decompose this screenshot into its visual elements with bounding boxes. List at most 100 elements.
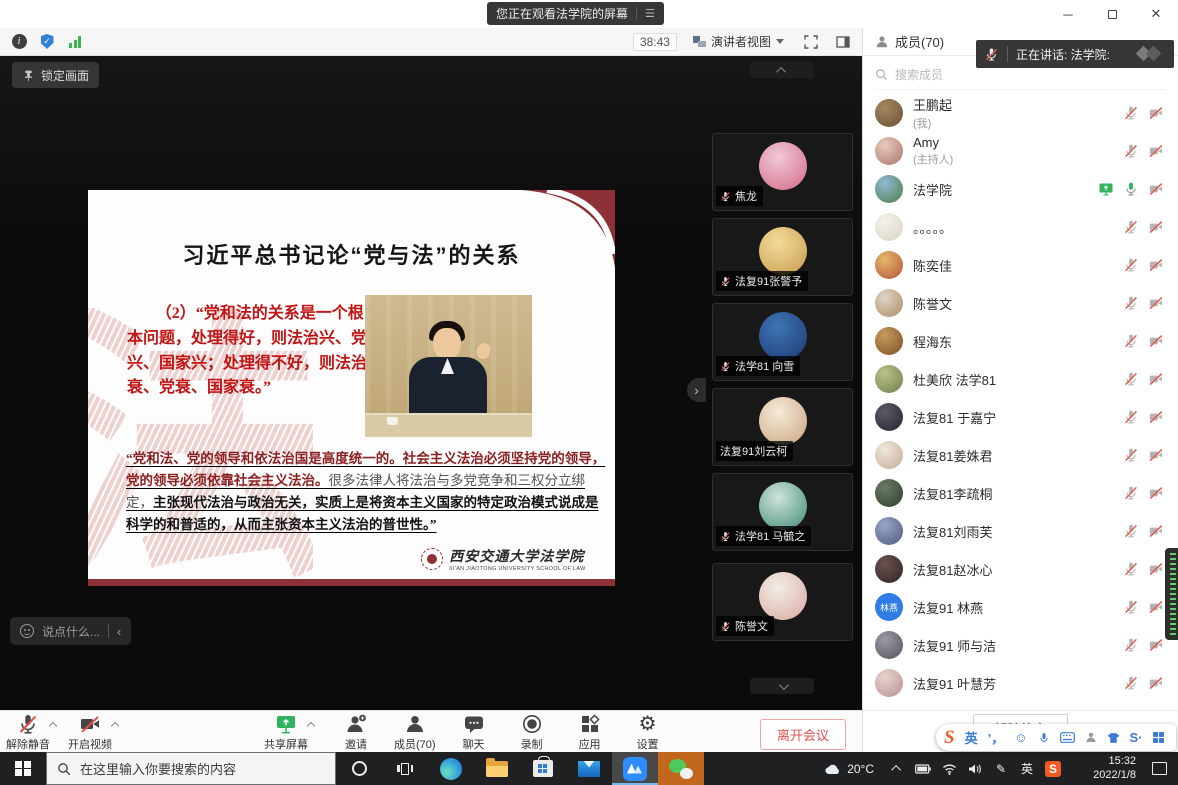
minimize-button[interactable]: ─ — [1046, 0, 1090, 28]
edge-indicator-widget[interactable] — [1165, 548, 1178, 640]
member-row[interactable]: 林燕法复91 林燕 — [863, 588, 1178, 626]
members-panel-title: 成员(70) — [895, 32, 944, 51]
toolbar-settings-button[interactable]: ⚙设置 — [626, 713, 670, 752]
member-row[interactable]: 陈奕佳 — [863, 246, 1178, 284]
toolbar-record-button[interactable]: 录制 — [510, 713, 554, 752]
member-name: 陈誉文 — [913, 294, 1123, 313]
member-row[interactable]: Amy(主持人) — [863, 132, 1178, 170]
ime-skin-icon[interactable] — [1107, 732, 1120, 744]
wechat-taskbar-icon[interactable] — [658, 752, 704, 785]
edge-taskbar-icon[interactable] — [428, 752, 474, 785]
tray-overflow-chevron[interactable] — [884, 752, 910, 785]
ime-emoji-icon[interactable]: ☺ — [1014, 730, 1027, 745]
member-row[interactable]: 法复81赵冰心 — [863, 550, 1178, 588]
ime-punctuation-toggle[interactable]: ’， — [988, 728, 1005, 747]
chevron-down-icon — [778, 680, 788, 690]
toast-menu-icon[interactable]: ☰ — [636, 7, 655, 20]
battery-icon[interactable] — [910, 752, 936, 785]
toolbar-share-screen-button[interactable]: 共享屏幕 — [262, 713, 310, 752]
member-name: 法复81赵冰心 — [913, 560, 1123, 579]
taskbar-clock[interactable]: 15:32 2022/1/8 — [1066, 755, 1140, 783]
ime-apps-grid-icon[interactable] — [1153, 732, 1165, 744]
video-tile[interactable]: 法学81 马毓之 — [712, 473, 853, 551]
taskbar-weather[interactable]: 20°C — [815, 762, 884, 776]
tool-invite-icon — [345, 713, 367, 735]
sogou-logo-icon[interactable]: S — [944, 727, 955, 749]
video-tile[interactable]: 焦龙 — [712, 133, 853, 211]
toolbar-chat-button[interactable]: 聊天 — [452, 713, 496, 752]
member-name-block: 陈誉文 — [913, 294, 1123, 313]
volume-icon[interactable] — [962, 752, 988, 785]
video-tile[interactable]: 法学81 向雪 — [712, 303, 853, 381]
toolbar-cam-off-button[interactable]: 开启视频 — [66, 713, 114, 752]
video-tile[interactable]: 法复91张警予 — [712, 218, 853, 296]
member-status-icons — [1123, 409, 1164, 425]
taskbar-search-box[interactable]: 在这里输入你要搜索的内容 — [46, 752, 336, 785]
member-row[interactable]: 法复91 叶慧芳 — [863, 664, 1178, 702]
member-row[interactable]: 法复91 师与洁 — [863, 626, 1178, 664]
fullscreen-button[interactable] — [800, 32, 822, 52]
member-row[interactable]: 。。。。。 — [863, 208, 1178, 246]
lock-view-label: 锁定画面 — [41, 67, 89, 84]
microsoft-store-taskbar-icon[interactable] — [520, 752, 566, 785]
cam-off-icon — [1148, 219, 1164, 235]
video-tile[interactable]: 法复91刘云柯 — [712, 388, 853, 466]
video-tile[interactable]: 陈誉文 — [712, 563, 853, 641]
member-name-block: 程海东 — [913, 332, 1123, 351]
toolbar-members-button[interactable]: 成员(70) — [392, 713, 438, 752]
cortana-button[interactable] — [336, 752, 382, 785]
strip-scroll-down-button[interactable] — [750, 678, 814, 694]
file-explorer-taskbar-icon[interactable] — [474, 752, 520, 785]
lock-view-button[interactable]: 锁定画面 — [12, 62, 99, 88]
member-row[interactable]: 法复81 于嘉宁 — [863, 398, 1178, 436]
leave-meeting-button[interactable]: 离开会议 — [760, 719, 846, 750]
toolbar-mic-muted-button[interactable]: 解除静音 — [4, 713, 52, 752]
member-avatar — [875, 555, 903, 583]
ime-handwriting-icon[interactable] — [1085, 731, 1097, 744]
view-mode-dropdown[interactable]: 演讲者视图 — [687, 31, 790, 52]
ime-language-indicator[interactable]: 英 — [1014, 752, 1040, 785]
pin-icon — [22, 69, 35, 82]
start-button[interactable] — [0, 752, 46, 785]
restore-button[interactable] — [1090, 0, 1134, 28]
network-signal-icon[interactable] — [64, 32, 86, 52]
meeting-info-icon[interactable]: i — [8, 32, 30, 52]
ime-lang-toggle[interactable]: 英 — [965, 728, 978, 747]
member-name: 王鹏起 — [913, 95, 1123, 114]
member-row[interactable]: 陈誉文 — [863, 284, 1178, 322]
sogou-tray-icon[interactable]: S — [1040, 752, 1066, 785]
ime-toolbox-icon[interactable]: S· — [1130, 730, 1143, 745]
tool-record-icon — [521, 713, 543, 735]
emoji-icon[interactable] — [20, 624, 34, 638]
member-row[interactable]: 法复81刘雨芙 — [863, 512, 1178, 550]
side-panel-toggle-button[interactable] — [832, 32, 854, 52]
member-row[interactable]: 法学院 — [863, 170, 1178, 208]
network-wifi-icon[interactable] — [936, 752, 962, 785]
member-row[interactable]: 杜美欣 法学81 — [863, 360, 1178, 398]
watching-screen-text: 您正在观看法学院的屏幕 — [496, 5, 628, 22]
security-shield-icon[interactable]: ✓ — [36, 32, 58, 52]
member-avatar — [875, 289, 903, 317]
strip-expand-chevron[interactable]: › — [687, 378, 706, 402]
tencent-meeting-taskbar-icon[interactable] — [612, 752, 658, 785]
task-view-button[interactable] — [382, 752, 428, 785]
close-button[interactable]: ✕ — [1134, 0, 1178, 28]
pen-icon[interactable]: ✎ — [988, 752, 1014, 785]
presentation-slide: 法 习近平总书记论“党与法”的关系 （2）“党和法的关系是一个根本问题，处理得好… — [88, 190, 615, 586]
member-row[interactable]: 法复81李疏桐 — [863, 474, 1178, 512]
strip-scroll-up-button[interactable] — [750, 62, 814, 78]
member-row[interactable]: 王鹏起(我) — [863, 94, 1178, 132]
toolbar-apps-button[interactable]: 应用 — [568, 713, 612, 752]
tile-name-label: 焦龙 — [716, 186, 763, 206]
member-name: 程海东 — [913, 332, 1123, 351]
action-center-button[interactable] — [1140, 752, 1178, 785]
mail-taskbar-icon[interactable] — [566, 752, 612, 785]
ime-keyboard-icon[interactable] — [1060, 732, 1075, 743]
member-row[interactable]: 法复81姜姝君 — [863, 436, 1178, 474]
ime-voice-icon[interactable] — [1038, 731, 1050, 745]
collapse-chat-icon[interactable]: ‹ — [117, 624, 121, 639]
toolbar-invite-button[interactable]: 邀请 — [334, 713, 378, 752]
mic-muted-icon — [1123, 485, 1139, 501]
member-row[interactable]: 程海东 — [863, 322, 1178, 360]
quick-chat-input[interactable]: 说点什么... ‹ — [10, 617, 131, 645]
